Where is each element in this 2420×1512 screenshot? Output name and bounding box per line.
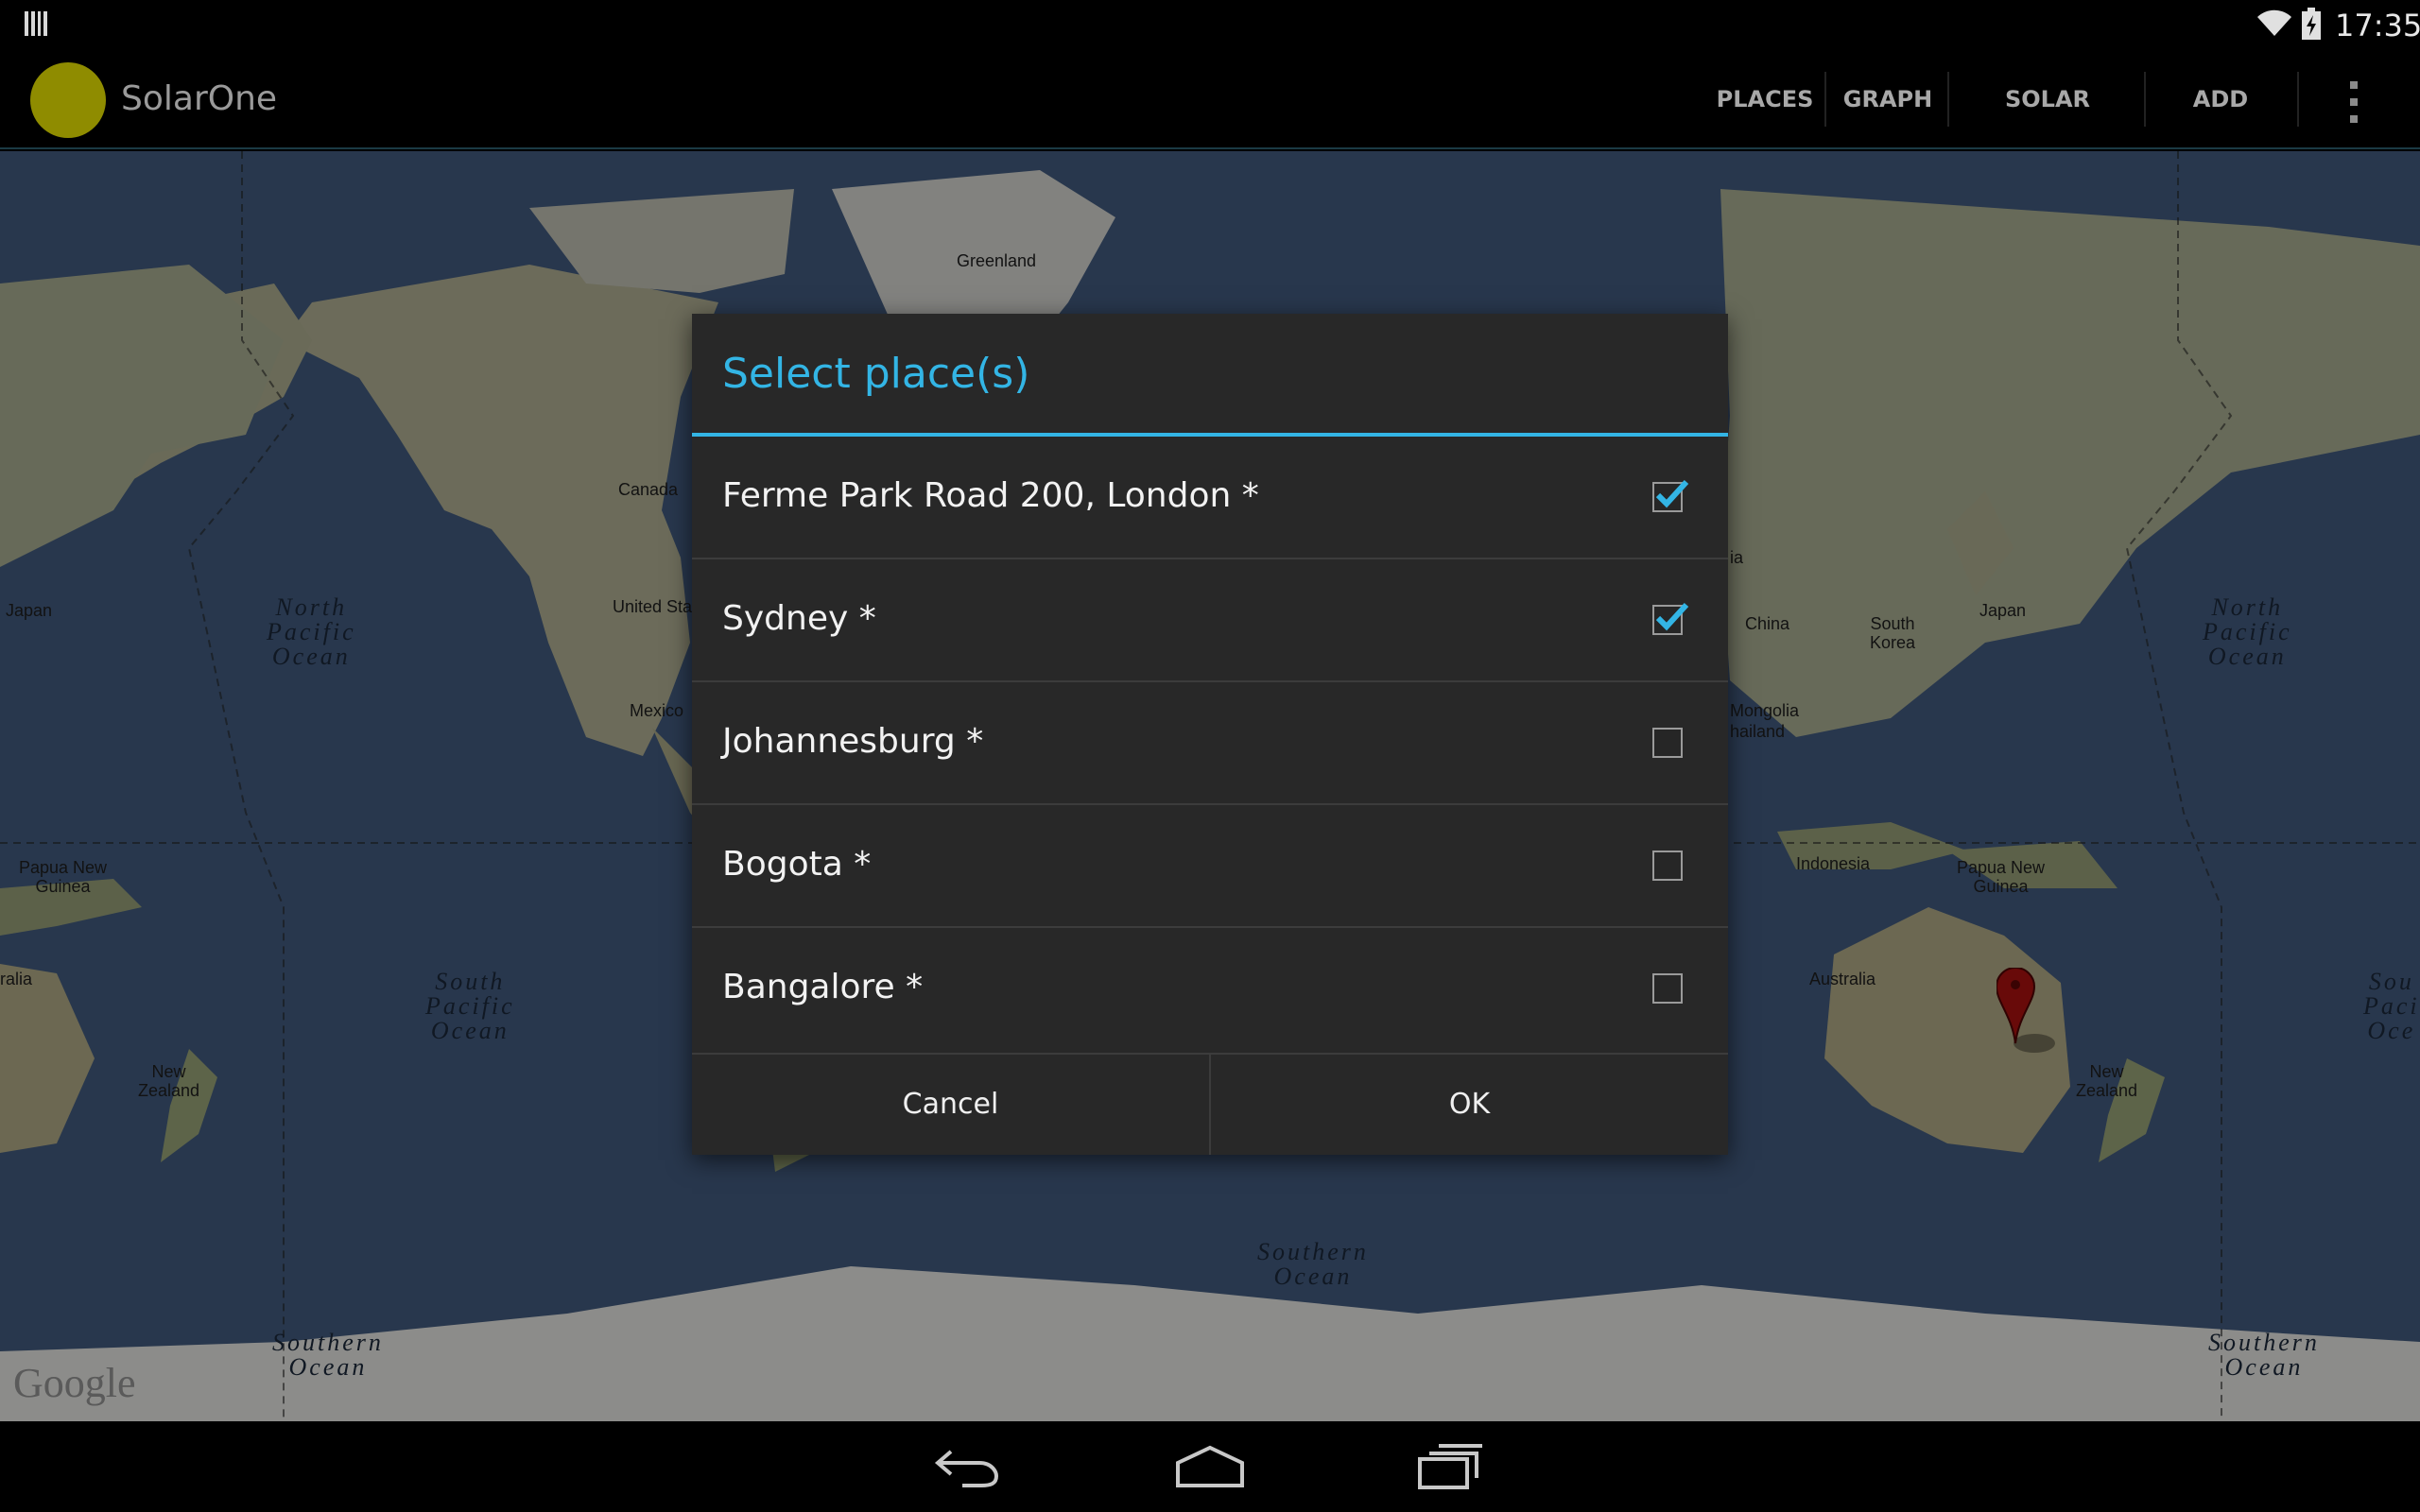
checkmark-icon <box>1655 602 1689 631</box>
battery-charging-icon <box>2302 8 2321 40</box>
action-divider <box>1824 72 1826 127</box>
solarone-circle-icon[interactable] <box>30 62 106 138</box>
checkbox-unchecked[interactable] <box>1652 973 1683 1004</box>
checkbox-unchecked[interactable] <box>1652 850 1683 881</box>
checkmark-icon <box>1655 479 1689 508</box>
overflow-menu-icon[interactable] <box>2348 81 2360 123</box>
cancel-button[interactable]: Cancel <box>692 1055 1209 1155</box>
action-add-place[interactable]: ADD PLACE <box>2152 49 2290 213</box>
action-graph[interactable]: GRAPH <box>1834 49 1942 149</box>
place-label: Bangalore * <box>722 968 924 1006</box>
list-item[interactable]: Bogota * <box>692 805 1728 928</box>
wifi-icon <box>2257 9 2291 37</box>
place-list: Ferme Park Road 200, London * Sydney * J… <box>692 437 1728 1051</box>
list-item[interactable]: Sydney * <box>692 559 1728 682</box>
navigation-bar <box>0 1421 2420 1512</box>
checkbox-checked[interactable] <box>1652 602 1689 635</box>
home-icon[interactable] <box>1174 1442 1246 1491</box>
back-icon[interactable] <box>934 1442 1002 1491</box>
action-divider <box>2297 72 2299 127</box>
dialog-title: Select place(s) <box>722 350 1030 398</box>
action-bar: SolarOne PLACES GRAPH SOLAR SECTOR ADD P… <box>0 49 2420 213</box>
action-solar-sector[interactable]: SOLAR SECTOR <box>1957 49 2138 213</box>
place-label: Sydney * <box>722 599 876 638</box>
checkbox-unchecked[interactable] <box>1652 728 1683 758</box>
clock: 17:35 <box>2335 8 2420 43</box>
app-title: SolarOne <box>121 79 278 118</box>
ok-button[interactable]: OK <box>1211 1055 1728 1155</box>
recent-apps-icon[interactable] <box>1416 1442 1484 1491</box>
checkbox-checked[interactable] <box>1652 479 1689 512</box>
list-item[interactable]: Johannesburg * <box>692 682 1728 805</box>
list-item[interactable]: Bangalore * <box>692 928 1728 1051</box>
barcode-notification-icon <box>25 11 47 36</box>
dialog-button-bar: Cancel OK <box>692 1053 1728 1155</box>
list-item[interactable]: Ferme Park Road 200, London * <box>692 437 1728 559</box>
action-places[interactable]: PLACES <box>1711 49 1819 149</box>
place-label: Johannesburg * <box>722 722 984 761</box>
action-divider <box>2144 72 2146 127</box>
status-bar: 17:35 <box>0 0 2420 49</box>
place-label: Ferme Park Road 200, London * <box>722 476 1259 515</box>
action-divider <box>1947 72 1949 127</box>
select-places-dialog: Select place(s) Ferme Park Road 200, Lon… <box>692 314 1728 1155</box>
place-label: Bogota * <box>722 845 872 884</box>
